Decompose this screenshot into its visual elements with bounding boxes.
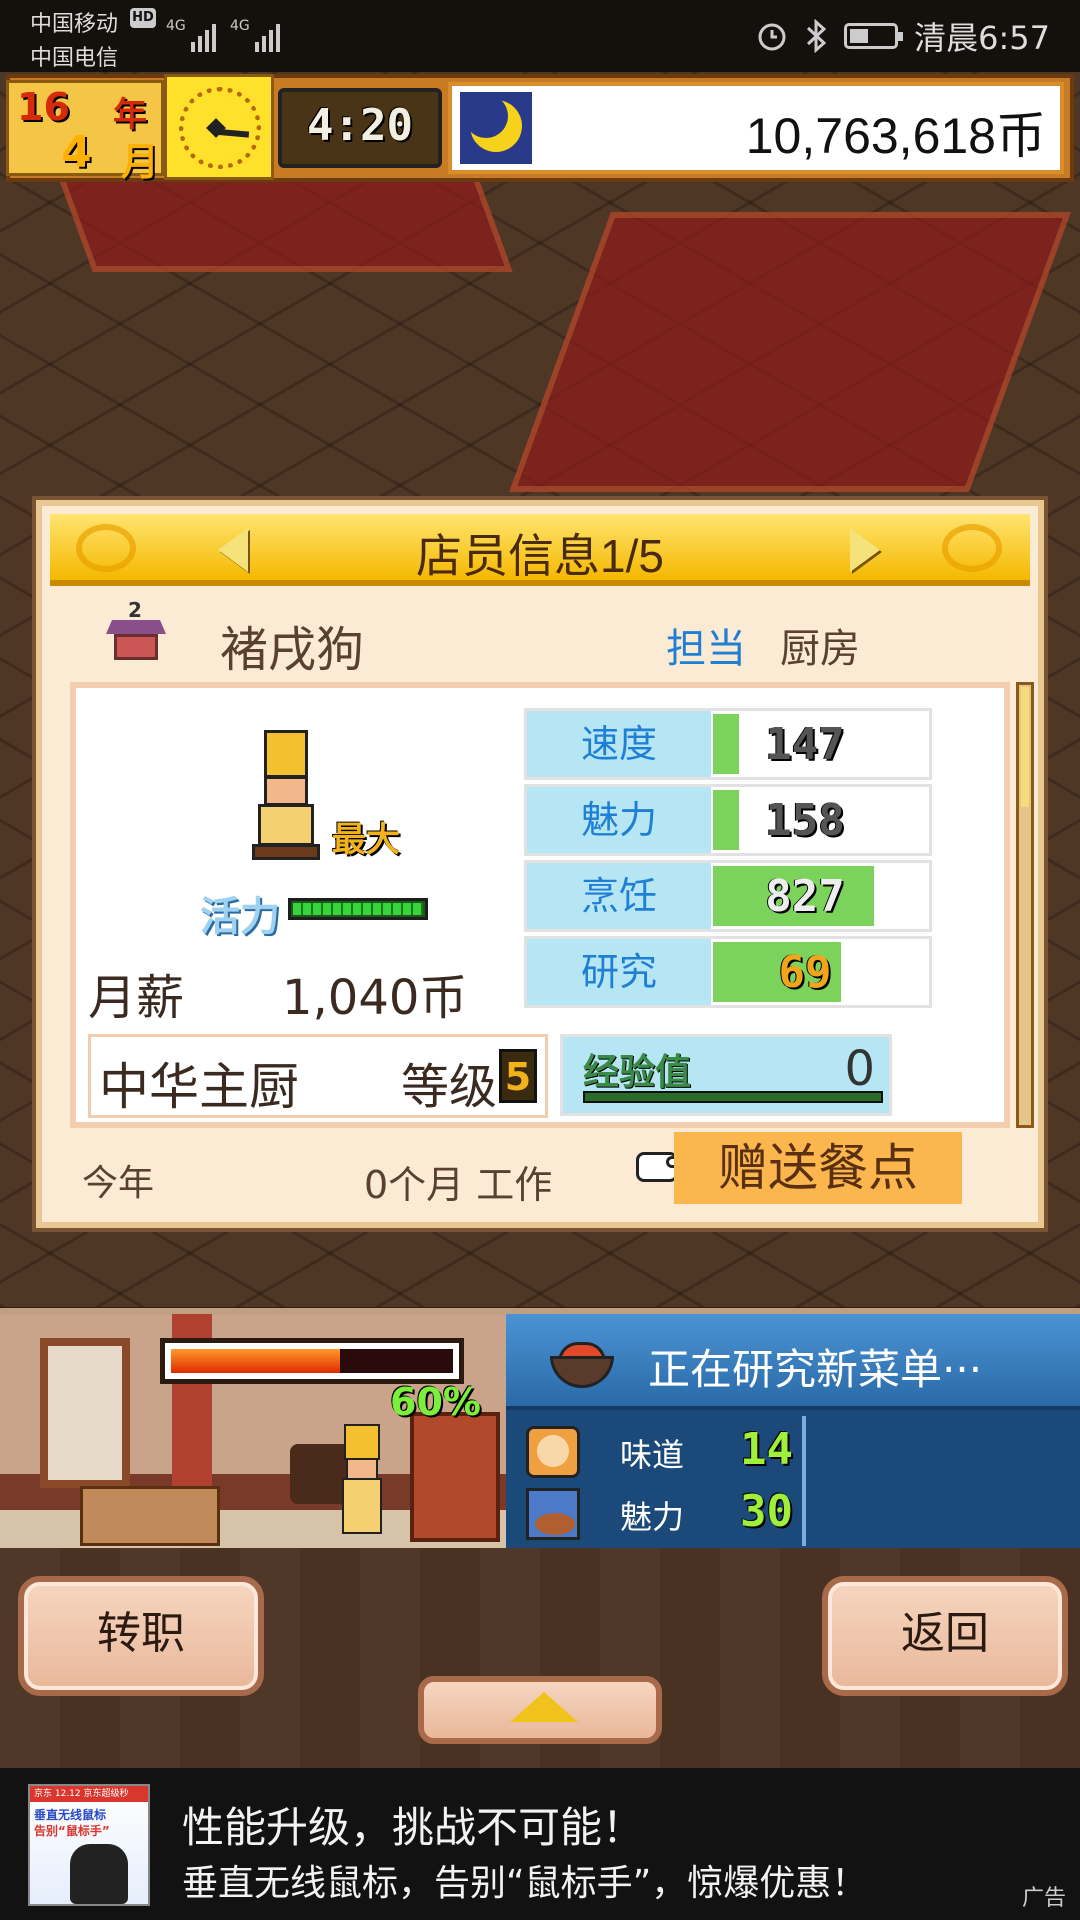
gift-meal-button[interactable]: 赠送餐点 (674, 1132, 962, 1204)
change-job-button[interactable]: 转职 (18, 1576, 264, 1696)
bluetooth-icon (807, 19, 827, 53)
month-value: 4 (61, 127, 92, 178)
level-label: 等级 (401, 1059, 498, 1115)
research-header: 正在研究新菜单··· (506, 1314, 1080, 1410)
mouse-image (70, 1844, 128, 1904)
status-bar: 中国移动 中国电信 HD 4G 4G 清晨6:57 (0, 0, 1080, 72)
date-display: 16 年 4 月 (6, 80, 164, 184)
research-row-taste: 味道 14 (518, 1422, 814, 1482)
stat-row-speed: 速度 147 (524, 708, 932, 780)
carrier-1: 中国移动 (30, 12, 119, 37)
money-display: 10,763,618币 (448, 82, 1064, 174)
exp-value: 0 (844, 1041, 875, 1097)
role-label[interactable]: 担当 (666, 616, 746, 674)
rank-pagoda-icon: 2 (106, 598, 166, 666)
battery-icon (844, 23, 904, 49)
staff-info-panel: 店员信息1/5 2 褚戌狗 担当 厨房 最大 活力 月薪 1,040币 速度 1… (36, 500, 1044, 1228)
money-value: 10,763,618币 (745, 108, 1046, 164)
ad-headline[interactable]: 性能升级，挑战不可能！ (182, 1794, 644, 1855)
stat-value: 158 (765, 795, 845, 846)
ad-banner[interactable]: 京东 12.12 京东超级秒 垂直无线鼠标 告别“鼠标手” 性能升级，挑战不可能… (0, 1768, 1080, 1920)
game-time: 4:20 (278, 88, 442, 168)
vitality-bar (288, 898, 428, 920)
charm-dish-icon (526, 1488, 580, 1540)
stat-label: 魅力 (527, 787, 711, 853)
expand-up-button[interactable] (418, 1676, 662, 1744)
max-label: 最大 (332, 820, 400, 860)
level-badge: 5 (499, 1049, 537, 1103)
stat-row-research: 研究 69 (524, 936, 932, 1008)
chef-sprite (250, 730, 322, 870)
research-value: 14 (740, 1424, 793, 1475)
carrier-2: 中国电信 (30, 46, 119, 71)
month-label: 月 (121, 140, 160, 184)
panel-header: 店员信息1/5 (50, 514, 1030, 586)
status-time: 清晨6:57 (914, 19, 1050, 57)
bottom-controls: 转职 返回 (0, 1548, 1080, 1768)
hd-icon: HD (130, 8, 156, 28)
role-value: 厨房 (780, 626, 860, 672)
ad-image-title-1: 垂直无线鼠标 (34, 1808, 107, 1822)
salary-label: 月薪 (88, 970, 185, 1026)
research-label: 味道 (620, 1436, 685, 1474)
cabinet (410, 1412, 500, 1542)
panel-title: 店员信息1/5 (416, 530, 664, 582)
work-months: 0个月 工作 (364, 1163, 553, 1207)
ad-subline[interactable]: 垂直无线鼠标，告别“鼠标手”，惊爆优惠！ (182, 1854, 867, 1906)
clock-icon (164, 74, 274, 180)
stats-table: 速度 147 魅力 158 烹饪 827 研究 69 (524, 708, 932, 1010)
title-level-row: 中华主厨 等级 5 经验值 0 (88, 1034, 1018, 1120)
counter (80, 1486, 220, 1546)
panel-scrollbar[interactable] (1016, 682, 1034, 1128)
staff-detail-box: 最大 活力 月薪 1,040币 速度 147 魅力 158 烹饪 827 研究 (70, 682, 1010, 1128)
stat-value: 827 (765, 871, 845, 922)
research-progress-percent: 60% (390, 1380, 481, 1424)
staff-name: 褚戌狗 (220, 624, 365, 677)
kitchen-chef-sprite (340, 1424, 384, 1544)
research-row-charm: 魅力 30 (518, 1484, 814, 1544)
ad-image-header: 京东 12.12 京东超级秒 (30, 1786, 148, 1802)
stat-value: 69 (778, 947, 832, 998)
next-staff-arrow-icon[interactable] (850, 528, 880, 572)
exp-bar (583, 1091, 883, 1103)
exp-box: 经验值 0 (560, 1034, 892, 1116)
signal-icon: 4G (166, 18, 216, 52)
signal-icon-2: 4G (230, 18, 280, 52)
research-progress-bar (160, 1338, 464, 1384)
year-label: 年 (113, 95, 147, 135)
stat-label: 烹饪 (527, 863, 711, 929)
status-right: 清晨6:57 (756, 12, 1050, 60)
ad-image[interactable]: 京东 12.12 京东超级秒 垂直无线鼠标 告别“鼠标手” (28, 1784, 150, 1906)
job-title: 中华主厨 (99, 1058, 299, 1116)
vitality-label: 活力 (200, 894, 280, 940)
ad-image-title-2: 告别“鼠标手” (34, 1824, 110, 1838)
back-button[interactable]: 返回 (822, 1576, 1068, 1696)
dish-bowl-icon (550, 1334, 614, 1390)
taste-icon (526, 1426, 580, 1478)
exp-label: 经验值 (583, 1052, 692, 1093)
research-label: 魅力 (620, 1498, 685, 1536)
job-title-box: 中华主厨 等级 5 (88, 1034, 548, 1118)
game-time-text: 4:20 (307, 100, 413, 151)
stat-label: 研究 (527, 939, 711, 1005)
research-value: 30 (740, 1486, 793, 1537)
ad-tag: 广告 (1021, 1886, 1066, 1911)
stat-label: 速度 (527, 711, 711, 777)
alarm-icon (758, 23, 786, 51)
moon-icon (460, 92, 532, 164)
year-value: 16 (17, 85, 70, 129)
salary-value: 1,040币 (282, 970, 468, 1026)
stat-row-charm: 魅力 158 (524, 784, 932, 856)
kitchen-view: 60% (0, 1308, 506, 1548)
research-divider (802, 1416, 806, 1546)
window (40, 1338, 130, 1488)
this-year-label: 今年 (82, 1163, 155, 1204)
up-arrow-icon (510, 1692, 578, 1722)
research-title: 正在研究新菜单··· (648, 1345, 983, 1394)
research-panel: 正在研究新菜单··· 味道 14 魅力 30 (506, 1308, 1080, 1548)
stat-value: 147 (765, 719, 845, 770)
stat-row-cooking: 烹饪 827 (524, 860, 932, 932)
